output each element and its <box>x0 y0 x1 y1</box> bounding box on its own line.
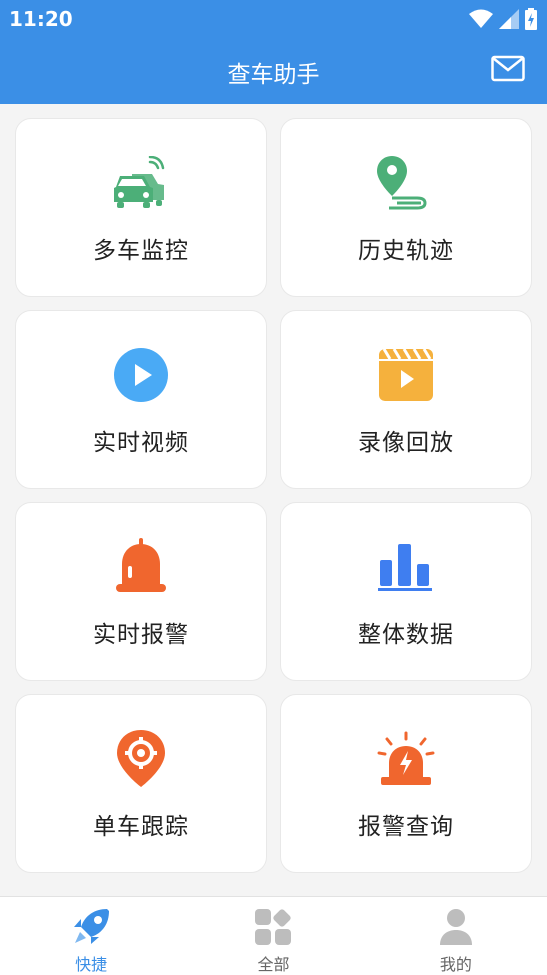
mail-button[interactable] <box>491 55 525 83</box>
nav-item-all[interactable]: 全部 <box>182 897 364 975</box>
status-icons <box>469 8 537 34</box>
history-track-card[interactable]: 历史轨迹 <box>280 118 532 297</box>
grid-apps-icon <box>253 907 293 947</box>
overall-data-card[interactable]: 整体数据 <box>280 502 532 681</box>
page-title: 查车助手 <box>227 62 320 88</box>
user-icon <box>436 907 476 947</box>
video-playback-card[interactable]: 录像回放 <box>280 310 532 489</box>
status-time: 11:20 <box>9 7 73 31</box>
app-bar: 查车助手 <box>0 38 547 104</box>
live-video-label: 实时视频 <box>93 430 189 456</box>
status-bar: 11:20 <box>0 0 547 38</box>
alarm-bell-icon <box>111 537 171 597</box>
multi-car-monitor-card[interactable]: 多车监控 <box>15 118 267 297</box>
battery-charging-icon <box>525 8 537 34</box>
bar-chart-icon <box>376 537 436 597</box>
nav-item-shortcuts[interactable]: 快捷 <box>0 897 182 975</box>
nav-label-mine: 我的 <box>439 955 472 974</box>
signal-icon <box>499 9 519 33</box>
play-circle-icon <box>111 345 171 405</box>
single-car-track-card[interactable]: 单车跟踪 <box>15 694 267 873</box>
bottom-nav: 快捷 全部 我的 <box>0 896 547 975</box>
mail-icon <box>491 55 525 87</box>
video-clapper-icon <box>376 345 436 405</box>
multi-car-monitor-icon <box>111 153 171 213</box>
live-alarm-card[interactable]: 实时报警 <box>15 502 267 681</box>
single-car-track-label: 单车跟踪 <box>93 814 189 840</box>
siren-icon <box>376 729 436 789</box>
function-grid: 多车监控 历史轨迹 实时视频 录像回放 实时报警 整体数据 单车跟踪 报警查询 <box>15 118 532 873</box>
nav-label-all: 全部 <box>257 955 290 974</box>
live-alarm-label: 实时报警 <box>93 622 189 648</box>
nav-label-shortcuts: 快捷 <box>75 955 108 974</box>
overall-data-label: 整体数据 <box>358 622 454 648</box>
alarm-query-label: 报警查询 <box>358 814 454 840</box>
video-playback-label: 录像回放 <box>358 430 454 456</box>
multi-car-monitor-label: 多车监控 <box>93 238 189 264</box>
history-track-label: 历史轨迹 <box>358 238 454 264</box>
target-pin-icon <box>111 729 171 789</box>
alarm-query-card[interactable]: 报警查询 <box>280 694 532 873</box>
rocket-icon <box>71 907 111 947</box>
live-video-card[interactable]: 实时视频 <box>15 310 267 489</box>
nav-item-mine[interactable]: 我的 <box>365 897 547 975</box>
wifi-icon <box>469 9 493 33</box>
location-track-icon <box>376 153 436 213</box>
